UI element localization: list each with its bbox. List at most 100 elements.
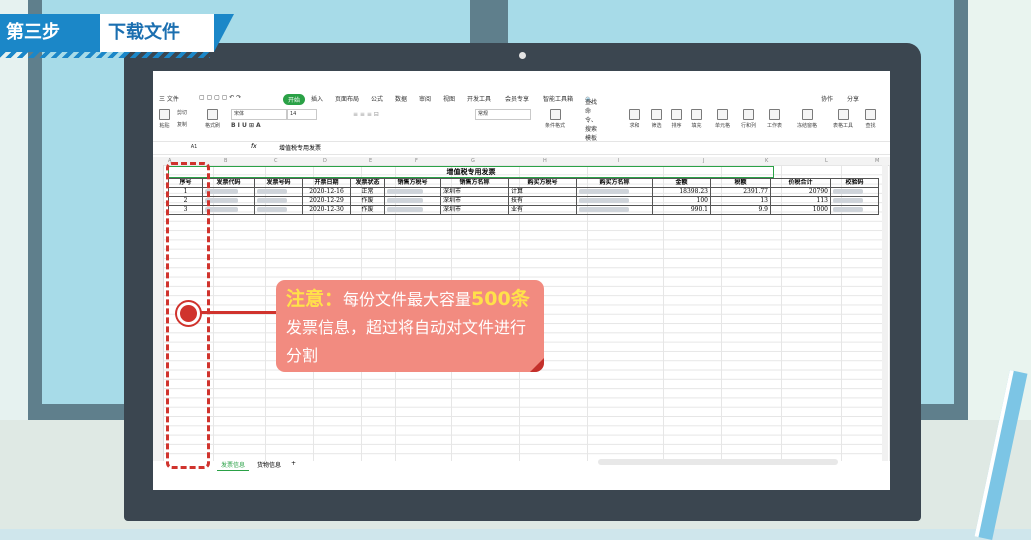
vertical-scrollbar[interactable] xyxy=(882,165,888,461)
tab-smart-toolbox[interactable]: 智能工具箱 xyxy=(543,94,573,103)
table-header-cell[interactable]: 销售方名称 xyxy=(440,178,509,188)
table-cell[interactable] xyxy=(576,187,653,197)
tab-insert[interactable]: 插入 xyxy=(311,94,323,103)
number-format-select[interactable]: 常规 xyxy=(475,109,531,120)
table-cell[interactable] xyxy=(576,196,653,206)
column-header[interactable]: I xyxy=(618,158,619,164)
conditional-format-button[interactable]: 条件格式 xyxy=(545,109,565,129)
copy-button[interactable]: 复制 xyxy=(177,121,187,128)
table-header-cell[interactable]: 校验码 xyxy=(830,178,879,188)
row-col-button[interactable]: 行和列 xyxy=(741,109,756,129)
share-button[interactable]: 分享 xyxy=(847,94,859,103)
table-header-cell[interactable]: 销售方税号 xyxy=(384,178,441,188)
column-header[interactable]: F xyxy=(415,158,418,164)
table-cell[interactable] xyxy=(202,187,255,197)
table-header-cell[interactable]: 发票号码 xyxy=(254,178,303,188)
filter-button[interactable]: 筛选 xyxy=(651,109,662,129)
table-header-cell[interactable]: 价税合计 xyxy=(770,178,831,188)
table-cell[interactable]: 作废 xyxy=(350,196,385,206)
table-cell[interactable]: 13 xyxy=(710,196,771,206)
table-header-cell[interactable]: 发票代码 xyxy=(202,178,255,188)
table-cell[interactable] xyxy=(254,187,303,197)
sort-button[interactable]: 排序 xyxy=(671,109,682,129)
table-cell[interactable] xyxy=(576,205,653,215)
fx-icon[interactable]: fx xyxy=(251,143,257,150)
table-cell[interactable]: 作废 xyxy=(350,205,385,215)
table-tools-button[interactable]: 表格工具 xyxy=(833,109,853,129)
table-cell[interactable]: 18398.23 xyxy=(652,187,711,197)
table-cell[interactable] xyxy=(384,205,441,215)
table-cell[interactable] xyxy=(202,205,255,215)
column-header[interactable]: D xyxy=(323,158,327,164)
table-cell[interactable] xyxy=(384,187,441,197)
table-cell[interactable]: 正常 xyxy=(350,187,385,197)
table-cell[interactable]: 技有 xyxy=(508,196,577,206)
table-header-cell[interactable]: 购买方税号 xyxy=(508,178,577,188)
column-header[interactable]: E xyxy=(369,158,372,164)
file-menu[interactable]: 三 文件 xyxy=(159,94,179,103)
column-header[interactable]: L xyxy=(825,158,828,164)
table-cell[interactable]: 113 xyxy=(770,196,831,206)
worksheet-button[interactable]: 工作表 xyxy=(767,109,782,129)
column-header[interactable]: M xyxy=(875,158,879,164)
cut-button[interactable]: 剪切 xyxy=(177,109,187,116)
table-header-cell[interactable]: 购买方名称 xyxy=(576,178,653,188)
table-cell[interactable]: 2020-12-16 xyxy=(302,187,351,197)
column-header[interactable]: C xyxy=(274,158,278,164)
collaborate-button[interactable]: 协作 xyxy=(821,94,833,103)
tab-member[interactable]: 会员专享 xyxy=(505,94,529,103)
tab-view[interactable]: 视图 xyxy=(443,94,455,103)
tab-page-layout[interactable]: 页面布局 xyxy=(335,94,359,103)
formula-content[interactable]: 增值税专用发票 xyxy=(279,143,321,152)
sheet-title-cell[interactable]: 增值税专用发票 xyxy=(168,166,774,178)
tab-data[interactable]: 数据 xyxy=(395,94,407,103)
sum-button[interactable]: 求和 xyxy=(629,109,640,129)
table-cell[interactable] xyxy=(830,205,879,215)
find-button[interactable]: 查找 xyxy=(865,109,876,129)
sheet-tab-invoice[interactable]: 发票信息 xyxy=(217,459,250,471)
paste-button[interactable]: 粘贴 xyxy=(159,109,170,129)
table-cell[interactable] xyxy=(254,205,303,215)
table-cell[interactable]: 2391.77 xyxy=(710,187,771,197)
table-cell[interactable]: 1000 xyxy=(770,205,831,215)
table-cell[interactable]: 深圳市 xyxy=(440,205,509,215)
table-cell[interactable]: 深圳市 xyxy=(440,196,509,206)
tab-start[interactable]: 开始 xyxy=(283,94,306,105)
sheet-tab-goods[interactable]: 货物信息 xyxy=(253,459,285,470)
table-cell[interactable]: 100 xyxy=(652,196,711,206)
font-size-select[interactable]: 14 xyxy=(287,109,317,120)
cell-button[interactable]: 单元格 xyxy=(715,109,730,129)
horizontal-scrollbar[interactable] xyxy=(598,459,838,465)
column-header[interactable]: J xyxy=(703,158,704,164)
freeze-panes-button[interactable]: 冻结窗格 xyxy=(797,109,817,129)
tab-review[interactable]: 审阅 xyxy=(419,94,431,103)
table-cell[interactable]: 深圳市 xyxy=(440,187,509,197)
table-cell[interactable] xyxy=(254,196,303,206)
table-header-cell[interactable]: 金额 xyxy=(652,178,711,188)
table-header-cell[interactable]: 开票日期 xyxy=(302,178,351,188)
column-header[interactable]: K xyxy=(765,158,768,164)
table-cell[interactable]: 2020-12-29 xyxy=(302,196,351,206)
table-cell[interactable]: 20790 xyxy=(770,187,831,197)
table-header-cell[interactable]: 税额 xyxy=(710,178,771,188)
table-cell[interactable]: 2020-12-30 xyxy=(302,205,351,215)
font-name-select[interactable]: 宋体 xyxy=(231,109,287,120)
table-cell[interactable]: 计算 xyxy=(508,187,577,197)
table-cell[interactable] xyxy=(384,196,441,206)
column-header[interactable]: B xyxy=(224,158,227,164)
table-cell[interactable]: 990.1 xyxy=(652,205,711,215)
align-icons[interactable]: ≡ ≡ ≡ ⊟ xyxy=(353,111,379,118)
table-header-cell[interactable]: 发票状态 xyxy=(350,178,385,188)
table-cell[interactable] xyxy=(202,196,255,206)
format-painter-button[interactable]: 格式刷 xyxy=(205,109,220,129)
column-header[interactable]: G xyxy=(471,158,475,164)
font-style-icons[interactable]: B I U ⊞ A xyxy=(231,122,261,129)
fill-button[interactable]: 填充 xyxy=(691,109,702,129)
table-cell[interactable] xyxy=(830,187,879,197)
add-sheet-button[interactable]: + xyxy=(287,459,300,468)
tab-formula[interactable]: 公式 xyxy=(371,94,383,103)
table-cell[interactable] xyxy=(830,196,879,206)
table-cell[interactable]: 9.9 xyxy=(710,205,771,215)
table-cell[interactable]: 业有 xyxy=(508,205,577,215)
tab-developer[interactable]: 开发工具 xyxy=(467,94,491,103)
